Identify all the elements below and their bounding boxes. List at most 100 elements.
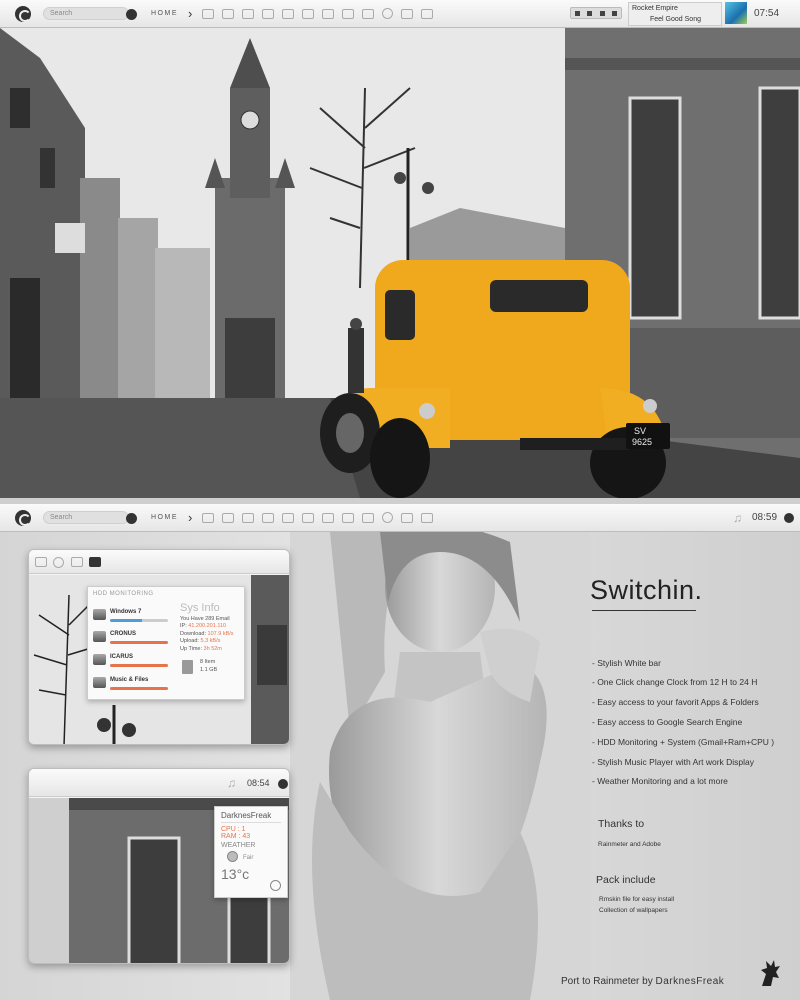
weather-widget: DarknesFreak CPU : 1 RAM : 43 WEATHER Fa… — [214, 806, 288, 898]
apps-grid-icon[interactable] — [89, 557, 101, 567]
apps-grid-icon[interactable] — [421, 512, 434, 523]
feature-item: - Easy access to Google Search Engine — [592, 717, 743, 727]
item-count: 8 Item — [200, 659, 216, 665]
download-value: 107.9 kB/s — [207, 630, 234, 637]
pause-icon[interactable] — [599, 10, 605, 16]
weather-label: WEATHER — [221, 842, 256, 849]
drive-usage-bar — [110, 619, 168, 622]
feature-item: - Easy access to your favorit Apps & Fol… — [592, 697, 759, 707]
start-logo-icon[interactable] — [15, 5, 31, 22]
credit-line: Port to Rainmeter by DarknesFreak — [561, 976, 724, 987]
bin-size: 1.1 GB — [200, 666, 218, 673]
mail-icon[interactable] — [362, 512, 375, 523]
user-name: DarknesFreak — [221, 811, 272, 820]
search-input[interactable]: Search — [43, 7, 129, 20]
power-icon[interactable] — [278, 779, 288, 789]
power-icon[interactable] — [784, 513, 794, 523]
edit-icon[interactable] — [302, 8, 315, 19]
monitor-icon[interactable] — [202, 8, 215, 19]
image-icon[interactable] — [322, 512, 335, 523]
chevron-right-icon: › — [188, 510, 193, 525]
chevron-right-icon: › — [188, 6, 193, 21]
top-bar: Search HOME › Rocket Empire Feel Good So… — [0, 0, 800, 28]
artist-name: Rocket Empire — [632, 5, 678, 12]
next-icon[interactable] — [612, 10, 618, 16]
wallpaper-preview-street: SV 9625 — [0, 28, 800, 498]
uptime-label: Up Time: — [180, 645, 203, 652]
trash-icon — [182, 660, 193, 674]
top-bar-2: Search HOME › ♫ 08:59 — [0, 504, 800, 532]
gamepad-icon[interactable] — [222, 512, 235, 523]
image-icon[interactable] — [322, 8, 335, 19]
clock[interactable]: 07:54 — [754, 8, 779, 19]
edit-icon[interactable] — [302, 512, 315, 523]
drive-icon — [93, 654, 106, 665]
power-icon[interactable] — [270, 880, 281, 891]
uptime-value: 3h 52m — [203, 645, 222, 652]
volume-icon[interactable] — [282, 8, 295, 19]
search-go-icon[interactable] — [126, 9, 137, 20]
hdd-title: HDD MONITORING — [93, 591, 154, 597]
folder-icon[interactable] — [242, 8, 255, 19]
sys-info-heading: Sys Info — [180, 602, 220, 614]
drive-icon — [93, 677, 106, 688]
music-note-icon[interactable]: ♫ — [733, 511, 742, 525]
pack-item: Rmskin file for easy install — [599, 896, 675, 903]
temperature: 13°c — [221, 866, 250, 882]
mini-clock[interactable]: 08:54 — [247, 778, 270, 788]
start-logo-icon[interactable] — [15, 509, 31, 526]
play-icon[interactable] — [587, 10, 593, 16]
folder-icon[interactable] — [242, 512, 255, 523]
email-count[interactable]: You Have 289 Email — [180, 616, 244, 624]
gamepad-icon[interactable] — [222, 8, 235, 19]
drive-icon — [93, 609, 106, 620]
dropbox-icon[interactable] — [401, 8, 414, 19]
weather-condition: Fair — [221, 849, 281, 865]
home-link[interactable]: HOME — [151, 10, 178, 17]
ip-value: 41.200.201.110 — [188, 623, 227, 629]
volume-icon[interactable] — [282, 512, 295, 523]
title-underline — [592, 610, 696, 611]
drive-name: ICARUS — [110, 654, 134, 660]
drive-usage-bar — [110, 641, 168, 644]
recycle-bin[interactable]: 8 Item 1.1 GB — [180, 659, 244, 674]
apps-grid-icon[interactable] — [421, 8, 434, 19]
download-icon[interactable] — [262, 8, 275, 19]
drive-name: CRONUS — [110, 631, 137, 637]
download-icon[interactable] — [262, 512, 275, 523]
skype-icon[interactable] — [53, 557, 64, 568]
clip-icon[interactable] — [342, 8, 355, 19]
mail-icon[interactable] — [362, 8, 375, 19]
home-link[interactable]: HOME — [151, 514, 178, 521]
sys-info-panel: Sys Info You Have 289 Email IP: 41.200.2… — [180, 602, 244, 674]
monitor-icon[interactable] — [35, 557, 47, 567]
preview-card-sysinfo: HDD MONITORING Windows 7 CRONUS ICARUS M… — [28, 549, 290, 745]
cpu-usage: CPU : 1 — [221, 826, 246, 833]
monitor-icon[interactable] — [202, 512, 215, 523]
music-note-icon[interactable]: ♫ — [227, 776, 236, 790]
search-input[interactable]: Search — [43, 511, 129, 524]
pack-item: Collection of wallpapers — [599, 907, 668, 914]
clock[interactable]: 08:59 — [752, 512, 777, 523]
thanks-heading: Thanks to — [598, 818, 645, 830]
svg-text:SV: SV — [634, 426, 646, 436]
pack-heading: Pack include — [596, 874, 656, 886]
skype-icon[interactable] — [382, 512, 394, 523]
skype-icon[interactable] — [382, 8, 394, 19]
dropbox-icon[interactable] — [401, 512, 414, 523]
prev-icon[interactable] — [574, 10, 580, 16]
sun-icon — [227, 851, 238, 862]
mini-bar: ♫ 08:54 — [29, 769, 289, 797]
clip-icon[interactable] — [342, 512, 355, 523]
search-go-icon[interactable] — [126, 513, 137, 524]
upload-label: Upload: — [180, 638, 199, 644]
thanks-body: Rainmeter and Adobe — [598, 841, 661, 848]
feature-item: - Stylish Music Player with Art work Dis… — [592, 757, 755, 767]
condition-text: Fair — [243, 855, 254, 861]
drive-usage-bar — [110, 687, 168, 690]
drive-icon — [93, 631, 106, 642]
music-player-controls[interactable] — [570, 7, 622, 19]
dropbox-icon[interactable] — [71, 557, 83, 567]
model-photo — [290, 532, 590, 1000]
drive-usage-bar — [110, 664, 168, 667]
